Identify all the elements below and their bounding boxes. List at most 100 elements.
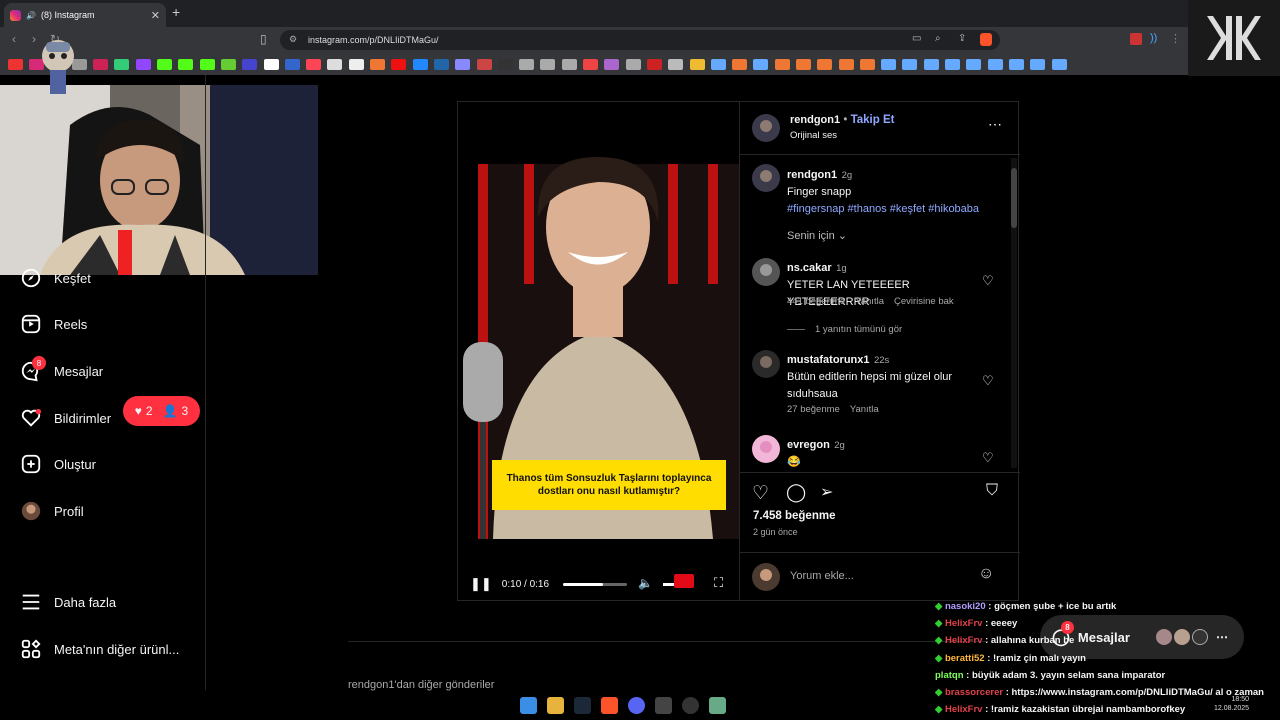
caption-avatar[interactable] [752, 164, 780, 192]
bookmark-icon[interactable] [433, 58, 449, 70]
sidebar-item-meta[interactable]: Meta'nın diğer ürünl... [20, 638, 179, 660]
comment-like-icon[interactable]: ♡ [982, 373, 994, 389]
bookmark-icon[interactable]: ▯ [260, 32, 267, 46]
sidebar-item-explore[interactable]: Keşfet [20, 267, 91, 289]
comment-filter-dropdown[interactable]: Senin için ⌄ [787, 229, 847, 242]
bookmark-icon[interactable] [774, 58, 790, 70]
more-options-icon[interactable]: ⋯ [988, 116, 1002, 133]
caption-author[interactable]: rendgon1 [787, 169, 837, 181]
sidebar-item-more[interactable]: Daha fazla [20, 591, 116, 613]
speaker-icon[interactable]: 🔊 [26, 11, 36, 20]
bookmark-icon[interactable] [476, 58, 492, 70]
wallet-icon[interactable]: )) [1150, 32, 1157, 44]
volume-icon[interactable]: 🔈 [638, 576, 653, 590]
video-progress-bar[interactable] [563, 583, 627, 586]
pause-icon[interactable]: ❚❚ [470, 576, 492, 592]
steam-bookmark-icon[interactable] [881, 58, 897, 70]
comments-scrollbar[interactable] [1011, 158, 1017, 468]
sidebar-item-reels[interactable]: Reels [20, 313, 87, 335]
sidebar-item-notifications[interactable]: Bildirimler [20, 407, 111, 429]
comment-input[interactable]: Yorum ekle... [790, 570, 854, 582]
drive-bookmark-icon[interactable] [114, 58, 130, 70]
bookmark-icon[interactable] [284, 58, 300, 70]
steam-bookmark-icon[interactable] [1008, 58, 1024, 70]
comment-icon[interactable]: ◯ [786, 482, 806, 503]
bookmark-icon[interactable] [795, 58, 811, 70]
bookmark-icon[interactable] [817, 58, 833, 70]
follow-button[interactable]: Takip Et [851, 114, 895, 126]
twitch-bookmark-icon[interactable] [135, 58, 151, 70]
steam-bookmark-icon[interactable] [923, 58, 939, 70]
browser-tab[interactable]: 🔊 (8) Instagram ✕ [4, 3, 166, 27]
steam-bookmark-icon[interactable] [966, 58, 982, 70]
comment-avatar[interactable] [752, 258, 780, 286]
comment-like-icon[interactable]: ♡ [982, 273, 994, 289]
back-icon[interactable]: ‹ [12, 32, 16, 46]
bookmark-icon[interactable] [455, 58, 471, 70]
bookmark-icon[interactable] [859, 58, 875, 70]
reply-button[interactable]: Yanıtla [850, 404, 879, 415]
fullscreen-icon[interactable]: ⛶ [714, 575, 723, 591]
bookmark-icon[interactable] [327, 58, 343, 70]
bookmark-icon[interactable] [604, 58, 620, 70]
bookmark-icon[interactable] [412, 58, 428, 70]
comment-avatar[interactable] [752, 435, 780, 463]
comment-likes[interactable]: 27 beğenme [787, 404, 840, 415]
save-icon[interactable]: ⛉ [986, 482, 998, 500]
brave-icon[interactable] [601, 696, 618, 714]
steam-bookmark-icon[interactable] [902, 58, 918, 70]
author-avatar[interactable] [752, 114, 780, 142]
brave-shield-icon[interactable] [980, 33, 992, 46]
bookmark-icon[interactable] [583, 58, 599, 70]
steam-icon[interactable] [574, 696, 591, 714]
app-icon[interactable] [709, 696, 726, 714]
file-explorer-icon[interactable] [547, 696, 564, 714]
app-icon[interactable] [655, 696, 672, 714]
share-icon[interactable]: ⇪ [958, 33, 966, 44]
steam-bookmark-icon[interactable] [987, 58, 1003, 70]
bookmark-icon[interactable] [370, 58, 386, 70]
steam-bookmark-icon[interactable] [753, 58, 769, 70]
menu-icon[interactable]: ⋮ [1170, 32, 1181, 45]
caption-hashtags[interactable]: #fingersnap #thanos #keşfet #hikobaba [787, 203, 979, 215]
forward-icon[interactable]: › [32, 32, 36, 46]
x-bookmark-icon[interactable] [263, 58, 279, 70]
author-name[interactable]: rendgon1 [790, 114, 840, 126]
netflix-bookmark-icon[interactable] [391, 58, 407, 70]
obs-icon[interactable] [682, 696, 699, 714]
sidebar-item-profile[interactable]: Profil [20, 500, 84, 522]
gmail-bookmark-icon[interactable] [93, 58, 109, 70]
comment-user[interactable]: evregon [787, 439, 830, 451]
bookmark-icon[interactable] [668, 58, 684, 70]
bookmark-icon[interactable] [732, 58, 748, 70]
system-clock[interactable]: 18:50 12.08.2025 [1214, 695, 1249, 713]
bookmark-icon[interactable] [646, 58, 662, 70]
url-input[interactable]: ⚙ instagram.com/p/DNLIiDTMaGu/ ▭ ⌕ ⇪ [280, 30, 1000, 50]
reddit-bookmark-icon[interactable] [306, 58, 322, 70]
bookmark-icon[interactable] [519, 58, 535, 70]
bookmark-icon[interactable] [220, 58, 236, 70]
scrollbar-thumb[interactable] [1011, 168, 1017, 228]
share-icon[interactable]: ➢ [820, 482, 833, 502]
sidebar-item-create[interactable]: Oluştur [20, 453, 96, 475]
bookmark-icon[interactable] [561, 58, 577, 70]
close-tab-icon[interactable]: ✕ [151, 9, 160, 22]
new-tab-button[interactable]: + [172, 4, 180, 20]
bookmark-icon[interactable] [540, 58, 556, 70]
extension-icon[interactable] [1130, 33, 1142, 45]
site-info-icon[interactable]: ⚙ [289, 34, 297, 45]
folder-bookmark-icon[interactable] [689, 58, 705, 70]
steam-bookmark-icon[interactable] [710, 58, 726, 70]
kick-bookmark-icon[interactable] [199, 58, 215, 70]
comment-avatar[interactable] [752, 350, 780, 378]
cast-icon[interactable]: ▭ [912, 33, 921, 44]
like-icon[interactable]: ♡ [752, 482, 769, 505]
kick-bookmark-icon[interactable] [157, 58, 173, 70]
steam-bookmark-icon[interactable] [1030, 58, 1046, 70]
video-player[interactable]: Thanos tüm Sonsuzluk Taşlarını toplayınc… [458, 102, 739, 600]
bookmark-icon[interactable] [348, 58, 364, 70]
zoom-icon[interactable]: ⌕ [935, 33, 941, 44]
reply-button[interactable]: Yanıtla [855, 296, 884, 307]
steam-bookmark-icon[interactable] [1051, 58, 1067, 70]
bookmark-icon[interactable] [625, 58, 641, 70]
